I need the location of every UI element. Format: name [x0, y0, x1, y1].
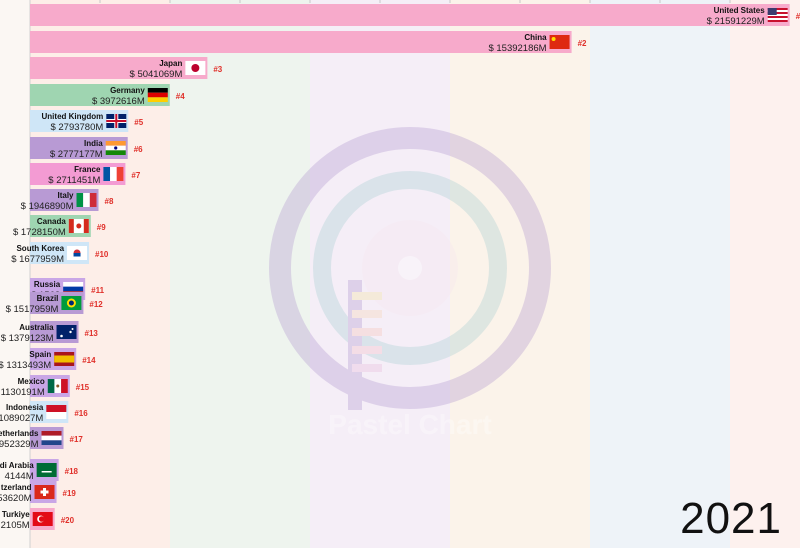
rank-label: #18 [65, 467, 79, 476]
value-label: $ 2793780M [50, 122, 103, 133]
rank-label: #19 [63, 489, 77, 498]
br-flag-icon [61, 296, 82, 310]
country-label: India [84, 139, 103, 148]
country-label: Italy [57, 191, 74, 200]
country-label: Turkiye [2, 510, 30, 519]
country-label: Japan [159, 59, 182, 68]
in-flag-icon [105, 141, 126, 155]
it-flag-icon [76, 193, 97, 207]
rank-label: #7 [131, 171, 140, 180]
value-label: $ 1946890M [21, 201, 74, 212]
rank-label: #20 [61, 516, 75, 525]
fr-flag-icon [103, 167, 124, 181]
es-flag-icon [54, 352, 75, 366]
country-label: Russia [34, 280, 61, 289]
au-flag-icon [56, 325, 77, 339]
country-label: Canada [37, 217, 66, 226]
rank-label: #3 [213, 65, 222, 74]
value-label: $ 15392186M [488, 43, 546, 54]
jp-flag-icon [185, 61, 206, 75]
sa-flag-icon [36, 463, 57, 477]
ca-flag-icon [68, 219, 89, 233]
value-label: $ 1313493M [0, 360, 51, 371]
rank-label: #2 [578, 39, 587, 48]
rank-label: #17 [70, 435, 84, 444]
country-label: South Korea [16, 244, 64, 253]
country-label: Australia [19, 323, 54, 332]
country-label: tzerland [1, 483, 32, 492]
country-label: France [74, 165, 101, 174]
rank-label: #1 [796, 12, 800, 21]
rank-label: #9 [97, 223, 106, 232]
rank-label: #14 [82, 356, 96, 365]
value-label: 952329M [0, 439, 39, 450]
bar [30, 4, 790, 26]
value-label: $ 5041069M [130, 69, 183, 80]
country-label: etherlands [0, 429, 39, 438]
bar-chart: United States$ 21591229M #1 China$ 1539218… [0, 0, 800, 548]
value-label: 4144M [5, 471, 34, 482]
us-flag-icon [767, 8, 788, 22]
country-label: China [524, 33, 547, 42]
chart-stage: Pastel Chart United States$ 21591229M#1C… [0, 0, 800, 548]
country-label: Spain [29, 350, 51, 359]
value-label: $ 2777177M [50, 149, 103, 160]
de-flag-icon [147, 88, 168, 102]
country-label: United States [714, 6, 766, 15]
value-label: $ 1379123M [1, 333, 54, 344]
value-label: $ 1677959M [11, 254, 64, 265]
value-label: $ 2711451M [48, 175, 100, 186]
value-label: $ 3972616M [92, 96, 145, 107]
country-label: Mexico [18, 377, 45, 386]
value-label: $ 1517959M [6, 304, 59, 315]
value-label: $ 21591229M [707, 16, 765, 27]
value-label: 2105M [1, 520, 30, 531]
year-label: 2021 [680, 494, 782, 543]
rank-label: #10 [95, 250, 109, 259]
country-label: Indonesia [6, 403, 44, 412]
rank-label: #8 [105, 197, 114, 206]
kr-flag-icon [67, 246, 88, 260]
country-label: Brazil [37, 294, 59, 303]
value-label: $ 1728150M [13, 227, 66, 238]
rank-label: #4 [176, 92, 185, 101]
value-label: 1130191M [1, 387, 45, 398]
rank-label: #12 [89, 300, 103, 309]
id-flag-icon [46, 405, 67, 419]
value-label: 1089027M [0, 413, 43, 424]
country-label: United Kingdom [42, 112, 104, 121]
rank-label: #6 [134, 145, 143, 154]
country-label: di Arabia [0, 461, 34, 470]
gb-flag-icon [106, 114, 127, 128]
mx-flag-icon [47, 379, 68, 393]
nl-flag-icon [41, 431, 62, 445]
country-label: Germany [110, 86, 145, 95]
rank-label: #15 [76, 383, 90, 392]
rank-label: #16 [74, 409, 88, 418]
tr-flag-icon [32, 512, 53, 526]
value-label: 53620M [0, 493, 32, 504]
cn-flag-icon [549, 35, 570, 49]
rank-label: #11 [91, 286, 104, 295]
rank-label: #13 [85, 329, 99, 338]
ch-flag-icon [34, 485, 55, 499]
rank-label: #5 [134, 118, 143, 127]
